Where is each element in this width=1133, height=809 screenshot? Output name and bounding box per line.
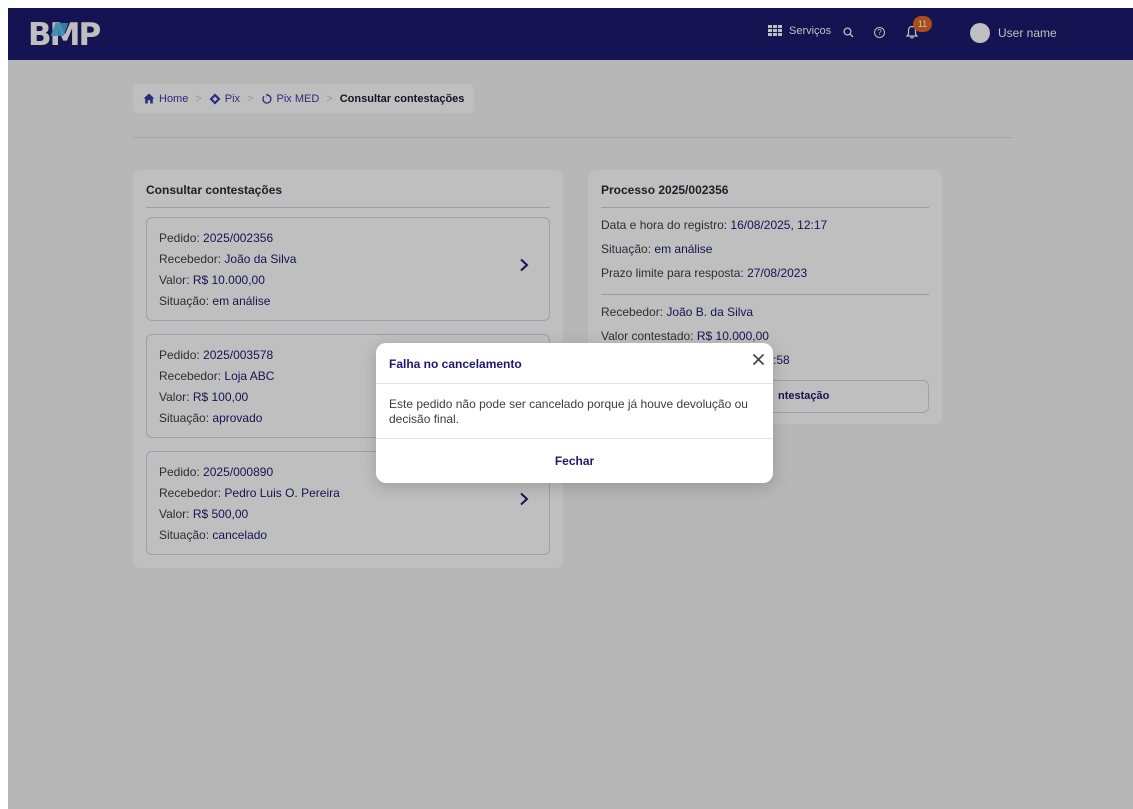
close-dialog-button[interactable]: Fechar (376, 439, 773, 483)
dialog-header-rule (376, 383, 773, 384)
dialog-title: Falha no cancelamento (389, 357, 522, 371)
cancel-failure-dialog: Falha no cancelamento Este pedido não po… (376, 343, 773, 483)
close-icon[interactable] (752, 353, 765, 366)
app-frame: BMP Serviços ? 11 User name Home > Pix >… (8, 8, 1133, 809)
dialog-message: Este pedido não pode ser cancelado porqu… (389, 397, 748, 426)
